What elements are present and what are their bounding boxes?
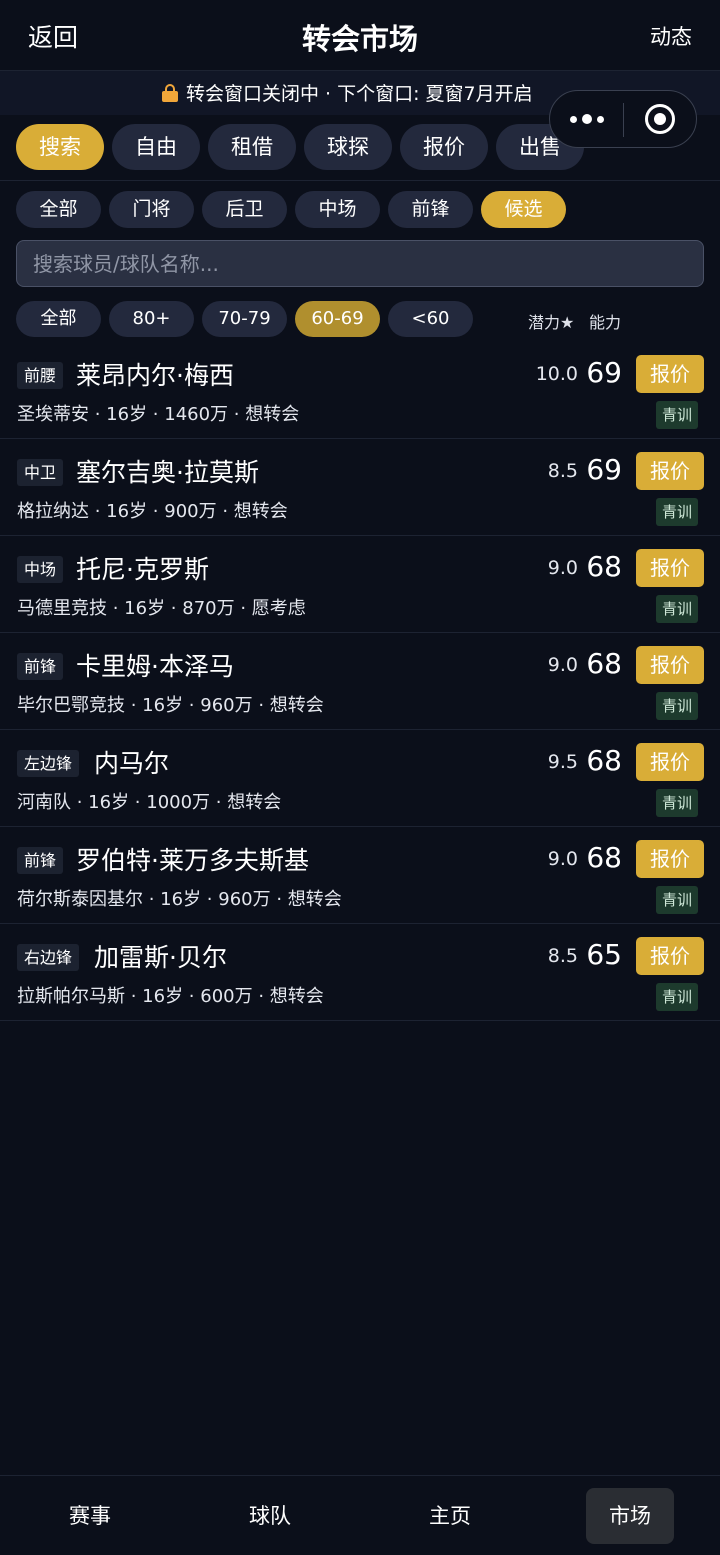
nav-home[interactable]: 主页 bbox=[406, 1488, 494, 1544]
main-tabs: 搜索 自由 租借 球探 报价 出售 bbox=[16, 124, 584, 170]
ability-value: 68 bbox=[586, 744, 622, 777]
player-name: 托尼·克罗斯 bbox=[76, 555, 209, 584]
player-meta: 圣埃蒂安 · 16岁 · 1460万 · 想转会 bbox=[17, 404, 300, 425]
position-badge: 前锋 bbox=[17, 653, 64, 680]
filter-rating-60-69[interactable]: 60-69 bbox=[295, 301, 380, 337]
ability-value: 68 bbox=[586, 550, 622, 583]
player-name: 莱昂内尔·梅西 bbox=[76, 361, 234, 390]
sort-potential[interactable]: 潜力★ bbox=[528, 309, 574, 333]
search-input[interactable] bbox=[17, 241, 703, 286]
filter-pos-candidates[interactable]: 候选 bbox=[481, 191, 566, 228]
potential-value: 8.5 bbox=[547, 945, 578, 967]
offer-button[interactable]: 报价 bbox=[636, 743, 704, 781]
header-bar: 返回 转会市场 动态 bbox=[0, 0, 720, 71]
list-item[interactable]: 前锋 罗伯特·莱万多夫斯基 荷尔斯泰因基尔 · 16岁 · 960万 · 想转会… bbox=[0, 827, 720, 924]
ability-value: 69 bbox=[586, 356, 622, 389]
player-meta: 格拉纳达 · 16岁 · 900万 · 想转会 bbox=[17, 501, 288, 522]
player-meta: 河南队 · 16岁 · 1000万 · 想转会 bbox=[17, 792, 282, 813]
list-item[interactable]: 前锋 卡里姆·本泽马 毕尔巴鄂竞技 · 16岁 · 960万 · 想转会 9.0… bbox=[0, 633, 720, 730]
tab-loan[interactable]: 租借 bbox=[208, 124, 296, 170]
offer-button[interactable]: 报价 bbox=[636, 549, 704, 587]
potential-value: 10.0 bbox=[535, 363, 578, 385]
potential-value: 9.5 bbox=[547, 751, 578, 773]
position-badge: 中卫 bbox=[17, 459, 64, 486]
filter-rating-80plus[interactable]: 80+ bbox=[109, 301, 194, 337]
page-title: 转会市场 bbox=[301, 22, 418, 56]
tab-scout[interactable]: 球探 bbox=[304, 124, 392, 170]
tab-search[interactable]: 搜索 bbox=[16, 124, 104, 170]
ability-value: 69 bbox=[586, 453, 622, 486]
offer-button[interactable]: 报价 bbox=[636, 646, 704, 684]
position-badge: 右边锋 bbox=[17, 944, 80, 971]
player-name: 内马尔 bbox=[94, 749, 170, 778]
divider bbox=[0, 180, 720, 181]
filter-pos-mid[interactable]: 中场 bbox=[295, 191, 380, 228]
player-meta: 荷尔斯泰因基尔 · 16岁 · 960万 · 想转会 bbox=[17, 889, 342, 910]
nav-team[interactable]: 球队 bbox=[226, 1488, 314, 1544]
offer-button[interactable]: 报价 bbox=[636, 937, 704, 975]
youth-badge: 青训 bbox=[655, 886, 698, 914]
search-box bbox=[16, 240, 704, 287]
target-close-icon[interactable] bbox=[645, 104, 675, 134]
youth-badge: 青训 bbox=[655, 983, 698, 1011]
position-badge: 中场 bbox=[17, 556, 64, 583]
filter-pos-gk[interactable]: 门将 bbox=[109, 191, 194, 228]
back-button[interactable]: 返回 bbox=[28, 18, 78, 54]
list-item[interactable]: 中场 托尼·克罗斯 马德里竞技 · 16岁 · 870万 · 愿考虑 9.0 6… bbox=[0, 536, 720, 633]
player-list: 前腰 莱昂内尔·梅西 圣埃蒂安 · 16岁 · 1460万 · 想转会 10.0… bbox=[0, 342, 720, 1021]
banner-text: 转会窗口关闭中 · 下个窗口: 夏窗7月开启 bbox=[186, 83, 533, 105]
filter-rating-below60[interactable]: <60 bbox=[388, 301, 473, 337]
rating-filters: 全部 80+ 70-79 60-69 <60 bbox=[16, 301, 473, 337]
position-badge: 前腰 bbox=[17, 362, 64, 389]
filter-pos-all[interactable]: 全部 bbox=[16, 191, 101, 228]
tab-offers[interactable]: 报价 bbox=[400, 124, 488, 170]
ability-value: 68 bbox=[586, 841, 622, 874]
potential-value: 8.5 bbox=[547, 460, 578, 482]
player-name: 卡里姆·本泽马 bbox=[76, 652, 234, 681]
capsule-divider bbox=[623, 103, 624, 137]
offer-button[interactable]: 报价 bbox=[636, 452, 704, 490]
player-name: 加雷斯·贝尔 bbox=[94, 943, 227, 972]
potential-value: 9.0 bbox=[547, 848, 578, 870]
ability-value: 65 bbox=[586, 938, 622, 971]
list-item[interactable]: 左边锋 内马尔 河南队 · 16岁 · 1000万 · 想转会 9.5 68 报… bbox=[0, 730, 720, 827]
bottom-nav: 赛事 球队 主页 市场 bbox=[0, 1475, 720, 1555]
filter-rating-all[interactable]: 全部 bbox=[16, 301, 101, 337]
offer-button[interactable]: 报价 bbox=[636, 840, 704, 878]
ability-value: 68 bbox=[586, 647, 622, 680]
position-badge: 前锋 bbox=[17, 847, 64, 874]
filter-pos-def[interactable]: 后卫 bbox=[202, 191, 287, 228]
youth-badge: 青训 bbox=[655, 401, 698, 429]
potential-value: 9.0 bbox=[547, 557, 578, 579]
miniprogram-capsule bbox=[549, 90, 697, 148]
tab-free[interactable]: 自由 bbox=[112, 124, 200, 170]
filter-rating-70-79[interactable]: 70-79 bbox=[202, 301, 287, 337]
player-meta: 拉斯帕尔马斯 · 16岁 · 600万 · 想转会 bbox=[17, 986, 324, 1007]
offer-button[interactable]: 报价 bbox=[636, 355, 704, 393]
position-filters: 全部 门将 后卫 中场 前锋 候选 bbox=[16, 191, 566, 228]
more-dots-icon[interactable] bbox=[570, 109, 604, 129]
youth-badge: 青训 bbox=[655, 692, 698, 720]
youth-badge: 青训 bbox=[655, 498, 698, 526]
player-meta: 毕尔巴鄂竞技 · 16岁 · 960万 · 想转会 bbox=[17, 695, 324, 716]
youth-badge: 青训 bbox=[655, 789, 698, 817]
sort-ability[interactable]: 能力 bbox=[589, 309, 621, 333]
player-name: 罗伯特·莱万多夫斯基 bbox=[76, 846, 309, 875]
filter-pos-fwd[interactable]: 前锋 bbox=[388, 191, 473, 228]
lock-icon bbox=[162, 83, 178, 102]
position-badge: 左边锋 bbox=[17, 750, 80, 777]
list-item[interactable]: 右边锋 加雷斯·贝尔 拉斯帕尔马斯 · 16岁 · 600万 · 想转会 8.5… bbox=[0, 924, 720, 1021]
list-item[interactable]: 中卫 塞尔吉奥·拉莫斯 格拉纳达 · 16岁 · 900万 · 想转会 8.5 … bbox=[0, 439, 720, 536]
list-item[interactable]: 前腰 莱昂内尔·梅西 圣埃蒂安 · 16岁 · 1460万 · 想转会 10.0… bbox=[0, 342, 720, 439]
nav-market[interactable]: 市场 bbox=[586, 1488, 674, 1544]
nav-matches[interactable]: 赛事 bbox=[46, 1488, 134, 1544]
youth-badge: 青训 bbox=[655, 595, 698, 623]
potential-value: 9.0 bbox=[547, 654, 578, 676]
player-name: 塞尔吉奥·拉莫斯 bbox=[76, 458, 259, 487]
news-button[interactable]: 动态 bbox=[650, 21, 692, 51]
player-meta: 马德里竞技 · 16岁 · 870万 · 愿考虑 bbox=[17, 598, 306, 619]
